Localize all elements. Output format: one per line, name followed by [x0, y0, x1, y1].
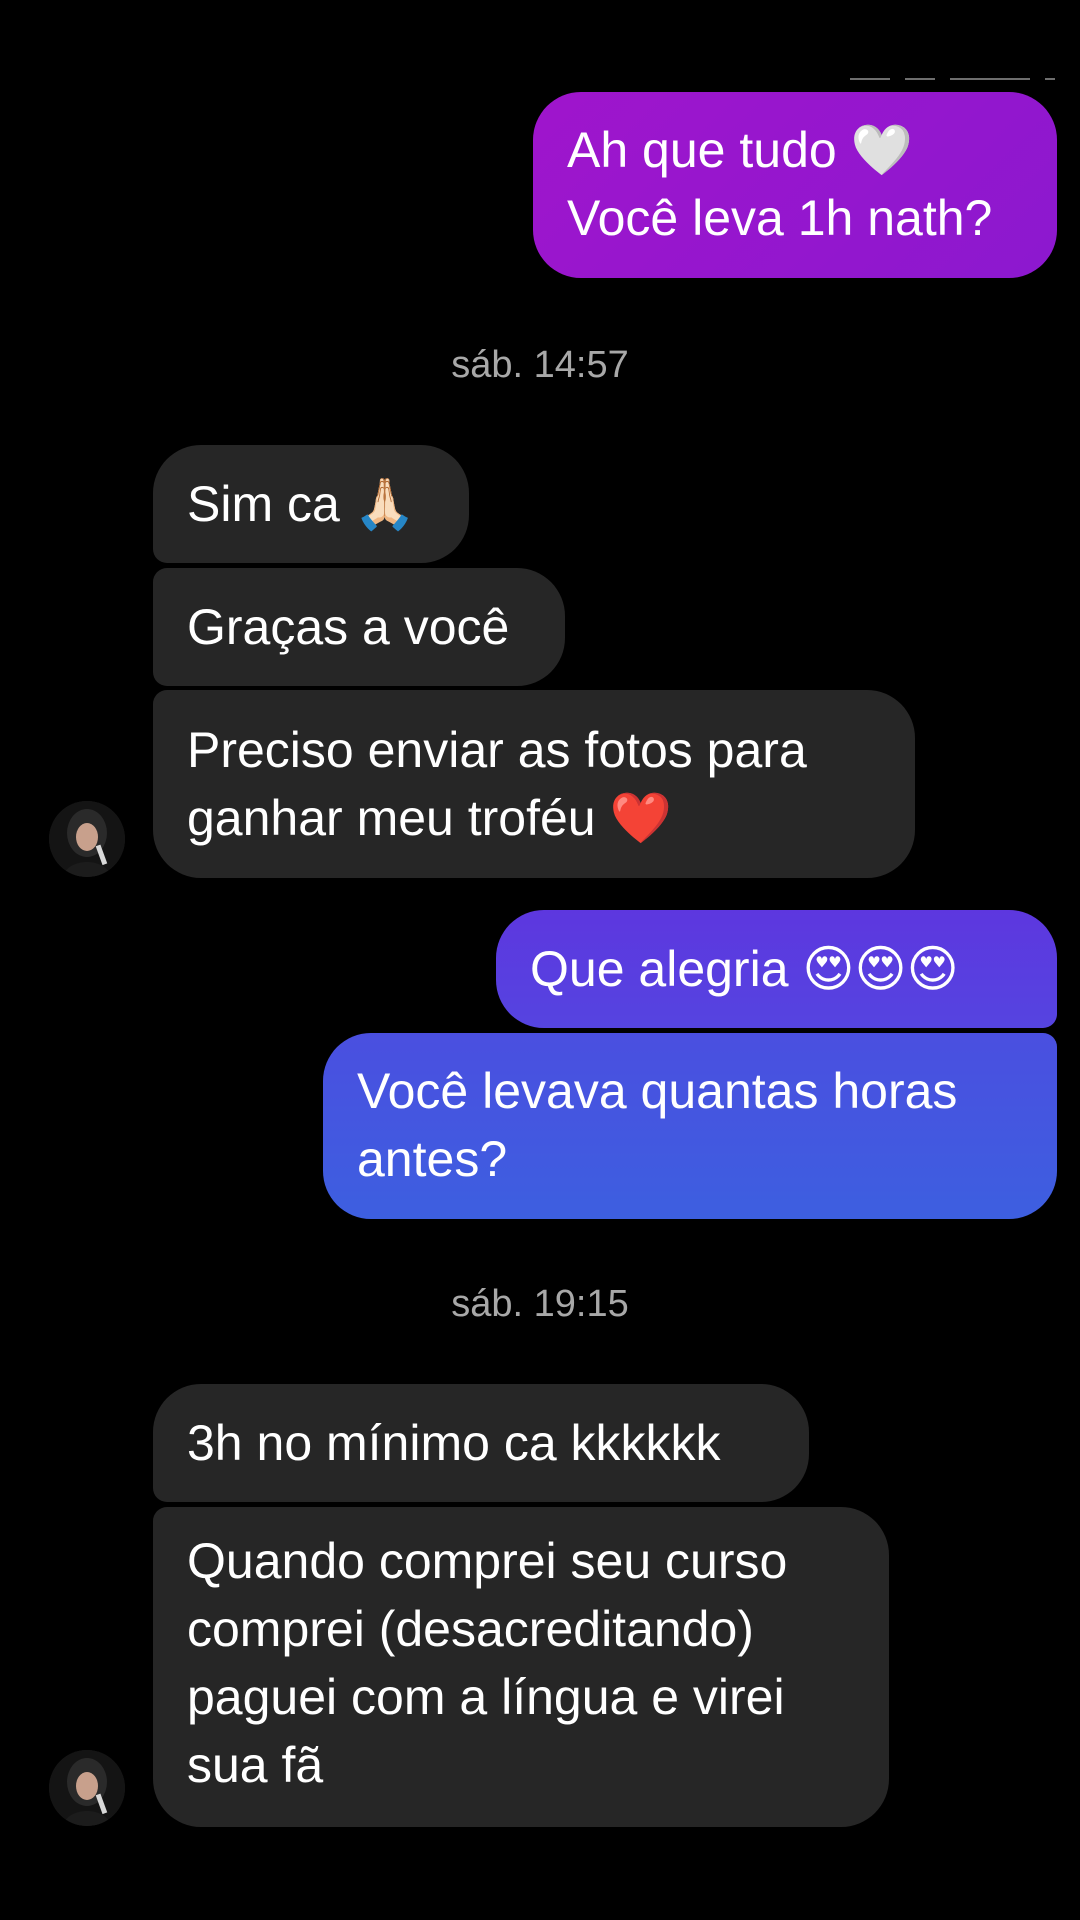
incoming-message[interactable]: 3h no mínimo ca kkkkkk — [153, 1384, 809, 1502]
contact-avatar[interactable] — [49, 1750, 125, 1826]
message-line: Que alegria 😍😍😍 — [530, 941, 959, 997]
message-line: Preciso enviar as fotos para — [187, 722, 807, 778]
message-line: 3h no mínimo ca kkkkkk — [187, 1415, 721, 1471]
incoming-message[interactable]: Preciso enviar as fotos para ganhar meu … — [153, 690, 915, 878]
avatar-icon — [49, 801, 125, 877]
message-line: Ah que tudo 🤍 — [567, 122, 913, 178]
incoming-message[interactable]: Quando comprei seu curso comprei (desacr… — [153, 1507, 889, 1827]
top-divider-marks — [850, 78, 1055, 80]
outgoing-message[interactable]: Que alegria 😍😍😍 — [496, 910, 1057, 1028]
message-line: Você leva 1h nath? — [567, 190, 993, 246]
message-line: comprei (desacreditando) — [187, 1601, 754, 1657]
message-line: Sim ca 🙏🏻 — [187, 476, 416, 532]
message-line: Graças a você — [187, 599, 510, 655]
incoming-message[interactable]: Graças a você — [153, 568, 565, 686]
timestamp: sáb. 19:15 — [451, 1283, 629, 1325]
outgoing-message[interactable]: Ah que tudo 🤍 Você leva 1h nath? — [533, 92, 1057, 278]
avatar-icon — [49, 1750, 125, 1826]
message-line: Você levava quantas horas — [357, 1063, 958, 1119]
message-line: paguei com a língua e virei — [187, 1669, 785, 1725]
incoming-message[interactable]: Sim ca 🙏🏻 — [153, 445, 469, 563]
message-line: Quando comprei seu curso — [187, 1533, 788, 1589]
outgoing-message[interactable]: Você levava quantas horas antes? — [323, 1033, 1057, 1219]
message-line: antes? — [357, 1131, 508, 1187]
chat-screen: Ah que tudo 🤍 Você leva 1h nath? sáb. 14… — [0, 0, 1080, 1920]
message-line: sua fã — [187, 1737, 324, 1793]
contact-avatar[interactable] — [49, 801, 125, 877]
timestamp: sáb. 14:57 — [451, 344, 629, 386]
message-line: ganhar meu troféu ❤️ — [187, 790, 672, 846]
